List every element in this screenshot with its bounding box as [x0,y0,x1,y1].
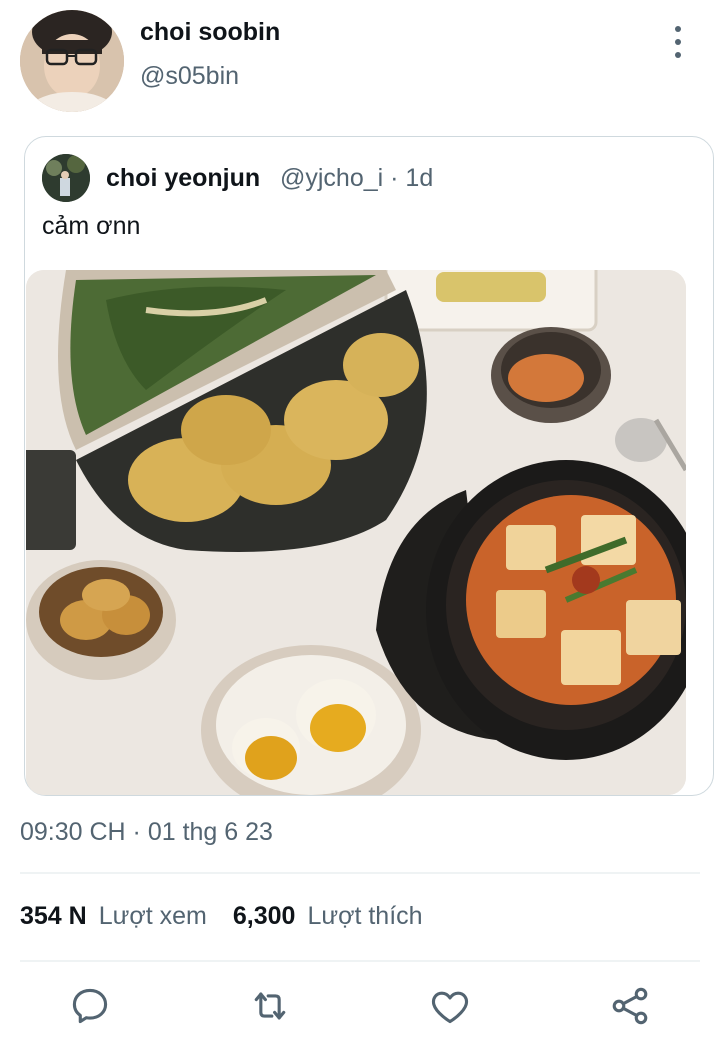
divider [20,960,700,962]
quoted-author-name: choi yeonjun [106,164,261,192]
share-icon[interactable] [608,984,652,1028]
likes-label[interactable]: Lượt thích [307,902,422,931]
reply-icon[interactable] [68,984,112,1028]
views-label: Lượt xem [98,902,207,930]
author-name[interactable]: choi soobin [140,18,280,47]
quoted-tweet-image[interactable] [26,270,686,795]
like-icon[interactable] [428,984,472,1028]
divider [20,872,700,874]
quoted-author-avatar [42,154,90,202]
more-vertical-icon[interactable] [664,26,692,58]
author-handle[interactable]: @s05bin [140,62,239,91]
views-count: 354 N [20,902,87,930]
retweet-icon[interactable] [248,984,292,1028]
quoted-tweet-text: cảm ơnn [42,212,141,240]
quoted-handle-time: @yjcho_i · 1d [280,164,434,192]
tweet-timestamp[interactable]: 09:30 CH · 01 thg 6 23 [20,818,273,847]
likes-count[interactable]: 6,300 [233,902,296,931]
author-avatar[interactable] [20,10,124,112]
tweet-stats: 354 N Lượt xem 6,300 Lượt thích [20,902,437,931]
tweet-action-bar [0,984,720,1034]
